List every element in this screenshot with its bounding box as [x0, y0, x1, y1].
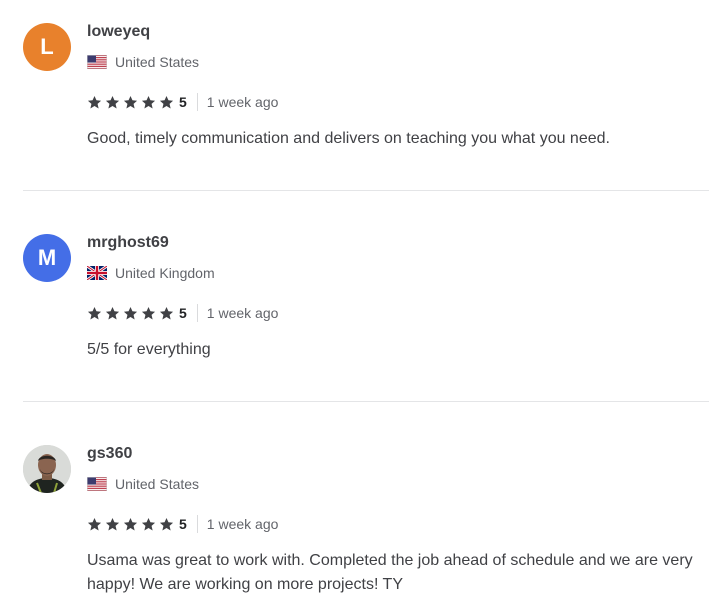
- review-divider: [23, 190, 709, 191]
- star-icon: [123, 517, 138, 530]
- us-flag-icon: [87, 477, 107, 491]
- reviews-list: L loweyeq United States 5 1 week ago Goo…: [0, 0, 726, 612]
- avatar-initial: M: [37, 245, 57, 270]
- avatar-initial: L: [40, 34, 54, 59]
- rating-row: 5 1 week ago: [87, 304, 278, 322]
- star-icon: [105, 306, 120, 319]
- rating-divider: [196, 304, 198, 322]
- rating-row: 5 1 week ago: [87, 93, 278, 111]
- star-rating: [87, 95, 177, 110]
- star-rating: [87, 517, 177, 532]
- star-icon: [141, 306, 156, 319]
- rating-score: 5: [179, 516, 187, 532]
- reviewer-country: United States: [87, 53, 199, 71]
- country-name: United Kingdom: [115, 265, 215, 281]
- rating-score: 5: [179, 94, 187, 110]
- reviewer-username[interactable]: mrghost69: [87, 234, 169, 252]
- rating-score: 5: [179, 305, 187, 321]
- review-time: 1 week ago: [206, 516, 279, 532]
- star-icon: [123, 306, 138, 319]
- star-icon: [123, 95, 138, 108]
- country-name: United States: [115, 54, 200, 70]
- user-photo-icon: [23, 445, 71, 493]
- review-divider: [23, 401, 709, 402]
- rating-row: 5 1 week ago: [87, 515, 278, 533]
- star-icon: [105, 517, 120, 530]
- star-icon: [87, 517, 102, 530]
- review-time: 1 week ago: [206, 305, 279, 321]
- avatar[interactable]: [23, 445, 71, 493]
- star-icon: [159, 306, 174, 319]
- star-icon: [159, 517, 174, 530]
- star-icon: [141, 517, 156, 530]
- review-time: 1 week ago: [206, 94, 279, 110]
- star-icon: [141, 95, 156, 108]
- avatar[interactable]: L: [23, 23, 71, 71]
- us-flag-icon: [87, 55, 107, 69]
- review-text: Good, timely communication and delivers …: [87, 130, 610, 147]
- reviewer-country: United Kingdom: [87, 264, 215, 282]
- star-rating: [87, 306, 177, 321]
- star-icon: [87, 95, 102, 108]
- rating-divider: [196, 93, 198, 111]
- star-icon: [87, 306, 102, 319]
- review-text: 5/5 for everything: [87, 341, 211, 358]
- star-icon: [159, 95, 174, 108]
- uk-flag-icon: [87, 266, 107, 280]
- reviewer-username[interactable]: gs360: [87, 445, 132, 463]
- avatar[interactable]: M: [23, 234, 71, 282]
- reviewer-country: United States: [87, 475, 199, 493]
- star-icon: [105, 95, 120, 108]
- country-name: United States: [115, 476, 200, 492]
- rating-divider: [196, 515, 198, 533]
- review-text: Usama was great to work with. Completed …: [87, 552, 693, 593]
- reviewer-username[interactable]: loweyeq: [87, 23, 150, 41]
